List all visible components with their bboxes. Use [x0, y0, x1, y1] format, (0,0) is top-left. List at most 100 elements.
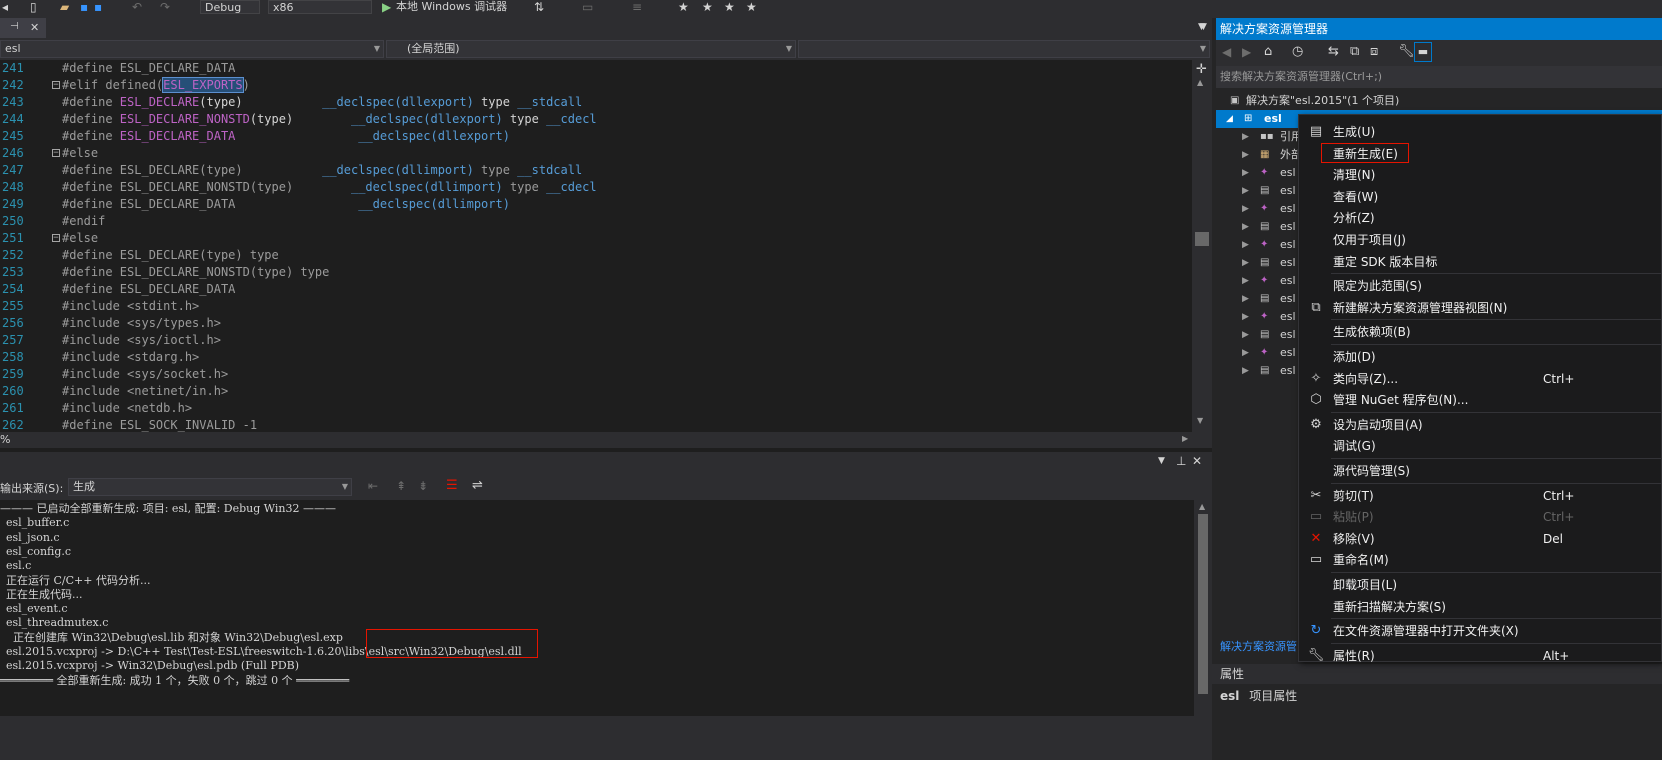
wrench-icon[interactable]: 🔧︎	[1398, 44, 1415, 59]
word-wrap-icon[interactable]: ⇌	[472, 478, 483, 493]
star-icon[interactable]: ★	[702, 0, 713, 14]
close-icon[interactable]: ✕	[1192, 454, 1202, 468]
menu-item[interactable]: 🔧︎ 属性(R) Alt+	[1299, 645, 1662, 667]
code-line[interactable]: 253 #define ESL_DECLARE_NONSTD(type) type	[0, 264, 1192, 281]
menu-item[interactable]: 调试(G)	[1299, 435, 1662, 457]
scope-dropdown[interactable]: (全局范围) ▼	[386, 40, 796, 58]
menu-item[interactable]: 仅用于项目(J)	[1299, 229, 1662, 251]
code-line[interactable]: 241 #define ESL_DECLARE_DATA	[0, 60, 1192, 77]
code-line[interactable]: 257 #include <sys/ioctl.h>	[0, 332, 1192, 349]
menu-item[interactable]: 添加(D)	[1299, 346, 1662, 368]
code-line[interactable]: 247 #define ESL_DECLARE(type) __declspec(…	[0, 162, 1192, 179]
menu-item[interactable]: ✕ 移除(V) Del	[1299, 528, 1662, 550]
menu-item[interactable]: 卸载项目(L)	[1299, 574, 1662, 596]
close-icon[interactable]: ✕	[30, 21, 39, 34]
menu-item[interactable]: 分析(Z)	[1299, 207, 1662, 229]
expand-right-icon[interactable]: ▶	[1242, 218, 1249, 236]
pin-icon[interactable]: ⊥	[1176, 454, 1186, 468]
redo-icon[interactable]: ↷	[160, 0, 170, 14]
code-line[interactable]: 242 − #elif defined(ESL_EXPORTS)	[0, 77, 1192, 94]
code-line[interactable]: 259 #include <sys/socket.h>	[0, 366, 1192, 383]
scrollbar-thumb[interactable]	[1198, 514, 1208, 694]
attach-icon[interactable]: ⇅	[534, 0, 544, 14]
project-dropdown[interactable]: esl ▼	[0, 40, 384, 58]
expand-right-icon[interactable]: ▶	[1242, 326, 1249, 344]
code-line[interactable]: 250 #endif	[0, 213, 1192, 230]
code-line[interactable]: 255 #include <stdint.h>	[0, 298, 1192, 315]
back-icon[interactable]: ◂	[2, 0, 8, 14]
expand-right-icon[interactable]: ▶	[1242, 164, 1249, 182]
solution-node[interactable]: ▣ 解决方案"esl.2015"(1 个项目)	[1216, 92, 1662, 110]
indent-icon[interactable]: ≡	[632, 0, 642, 14]
member-dropdown[interactable]: ▼	[798, 40, 1210, 58]
menu-item[interactable]: 生成依赖项(B)	[1299, 321, 1662, 343]
scroll-right-icon[interactable]: ▶	[1182, 434, 1188, 443]
split-icon[interactable]: ✛	[1196, 62, 1207, 77]
zoom-level[interactable]: %	[0, 433, 10, 446]
scrollbar-thumb[interactable]	[1195, 232, 1209, 246]
fold-toggle-icon[interactable]: −	[52, 81, 60, 90]
bookmark-icon[interactable]: ▭	[582, 0, 593, 14]
run-debugger-button[interactable]: 本地 Windows 调试器	[396, 0, 507, 14]
new-file-icon[interactable]: ▯	[30, 0, 37, 14]
preview-icon[interactable]: ▬	[1414, 42, 1432, 62]
scroll-up-icon[interactable]: ▲	[1199, 502, 1205, 511]
forward-icon[interactable]: ▶	[1242, 45, 1251, 59]
menu-item[interactable]: ↻ 在文件资源管理器中打开文件夹(X)	[1299, 620, 1662, 642]
find-message-icon[interactable]: ⇤	[368, 479, 378, 493]
configuration-dropdown[interactable]: Debug	[200, 0, 260, 14]
platform-dropdown[interactable]: x86	[268, 0, 372, 14]
clear-all-icon[interactable]: ☰	[446, 478, 458, 493]
code-line[interactable]: 248 #define ESL_DECLARE_NONSTD(type) __de…	[0, 179, 1192, 196]
menu-item[interactable]: 重定 SDK 版本目标	[1299, 251, 1662, 273]
code-line[interactable]: 245 #define ESL_DECLARE_DATA __declspec(d…	[0, 128, 1192, 145]
fold-toggle-icon[interactable]: −	[52, 234, 60, 243]
code-line[interactable]: 244 #define ESL_DECLARE_NONSTD(type) __de…	[0, 111, 1192, 128]
menu-item[interactable]: ⬡ 管理 NuGet 程序包(N)...	[1299, 389, 1662, 411]
undo-icon[interactable]: ↶	[132, 0, 142, 14]
home-icon[interactable]: ⌂	[1264, 44, 1272, 59]
open-folder-icon[interactable]: ▰	[60, 0, 69, 14]
code-line[interactable]: 246 − #else	[0, 145, 1192, 162]
run-icon[interactable]: ▶	[382, 0, 391, 14]
code-line[interactable]: 256 #include <sys/types.h>	[0, 315, 1192, 332]
code-line[interactable]: 252 #define ESL_DECLARE(type) type	[0, 247, 1192, 264]
editor-vertical-scrollbar[interactable]: ✛ ▲ ▼	[1192, 60, 1212, 432]
expand-right-icon[interactable]: ▶	[1242, 254, 1249, 272]
document-tab[interactable]: ⊣ ✕	[0, 18, 46, 38]
code-line[interactable]: 249 #define ESL_DECLARE_DATA __declspec(d…	[0, 196, 1192, 213]
star-icon[interactable]: ★	[724, 0, 735, 14]
save-all-icon[interactable]: ▪	[94, 0, 102, 14]
output-text-area[interactable]: ——— 已启动全部重新生成: 项目: esl, 配置: Debug Win32 …	[0, 500, 1194, 716]
expand-right-icon[interactable]: ▶	[1242, 182, 1249, 200]
star-icon[interactable]: ★	[678, 0, 689, 14]
code-line[interactable]: 251 − #else	[0, 230, 1192, 247]
scroll-down-icon[interactable]: ▼	[1197, 416, 1203, 425]
code-line[interactable]: 262 #define ESL_SOCK_INVALID -1	[0, 417, 1192, 432]
code-editor[interactable]: 241 #define ESL_DECLARE_DATA 242− #elif def…	[0, 60, 1192, 432]
menu-item[interactable]: 查看(W)	[1299, 186, 1662, 208]
expand-right-icon[interactable]: ▶	[1242, 362, 1249, 380]
expand-right-icon[interactable]: ▶	[1242, 290, 1249, 308]
scroll-up-icon[interactable]: ▲	[1197, 78, 1203, 87]
history-icon[interactable]: ◷	[1292, 44, 1303, 59]
code-line[interactable]: 243 #define ESL_DECLARE(type) __declspec(…	[0, 94, 1192, 111]
code-line[interactable]: 260 #include <netinet/in.h>	[0, 383, 1192, 400]
menu-item[interactable]: 清理(N)	[1299, 164, 1662, 186]
solution-search-input[interactable]: 搜索解决方案资源管理器(Ctrl+;)	[1216, 66, 1662, 88]
chevron-down-icon[interactable]: ▼	[1158, 456, 1165, 466]
menu-item[interactable]: 源代码管理(S)	[1299, 460, 1662, 482]
prev-message-icon[interactable]: ⇞	[396, 479, 406, 493]
fold-toggle-icon[interactable]: −	[52, 149, 60, 158]
show-all-files-icon[interactable]: ⧈	[1370, 44, 1378, 59]
output-source-dropdown[interactable]: 生成 ▼	[68, 478, 352, 496]
code-line[interactable]: 254 #define ESL_DECLARE_DATA	[0, 281, 1192, 298]
expand-right-icon[interactable]: ▶	[1242, 146, 1249, 164]
menu-item[interactable]: ✧ 类向导(Z)... Ctrl+	[1299, 368, 1662, 390]
expand-right-icon[interactable]: ▶	[1242, 200, 1249, 218]
editor-horizontal-scrollbar[interactable]: % ▶	[0, 432, 1212, 448]
pin-icon[interactable]: ⊣	[10, 21, 19, 32]
expand-down-icon[interactable]: ◢	[1226, 110, 1233, 128]
expand-right-icon[interactable]: ▶	[1242, 344, 1249, 362]
menu-item[interactable]: ▤ 生成(U)	[1299, 121, 1662, 143]
